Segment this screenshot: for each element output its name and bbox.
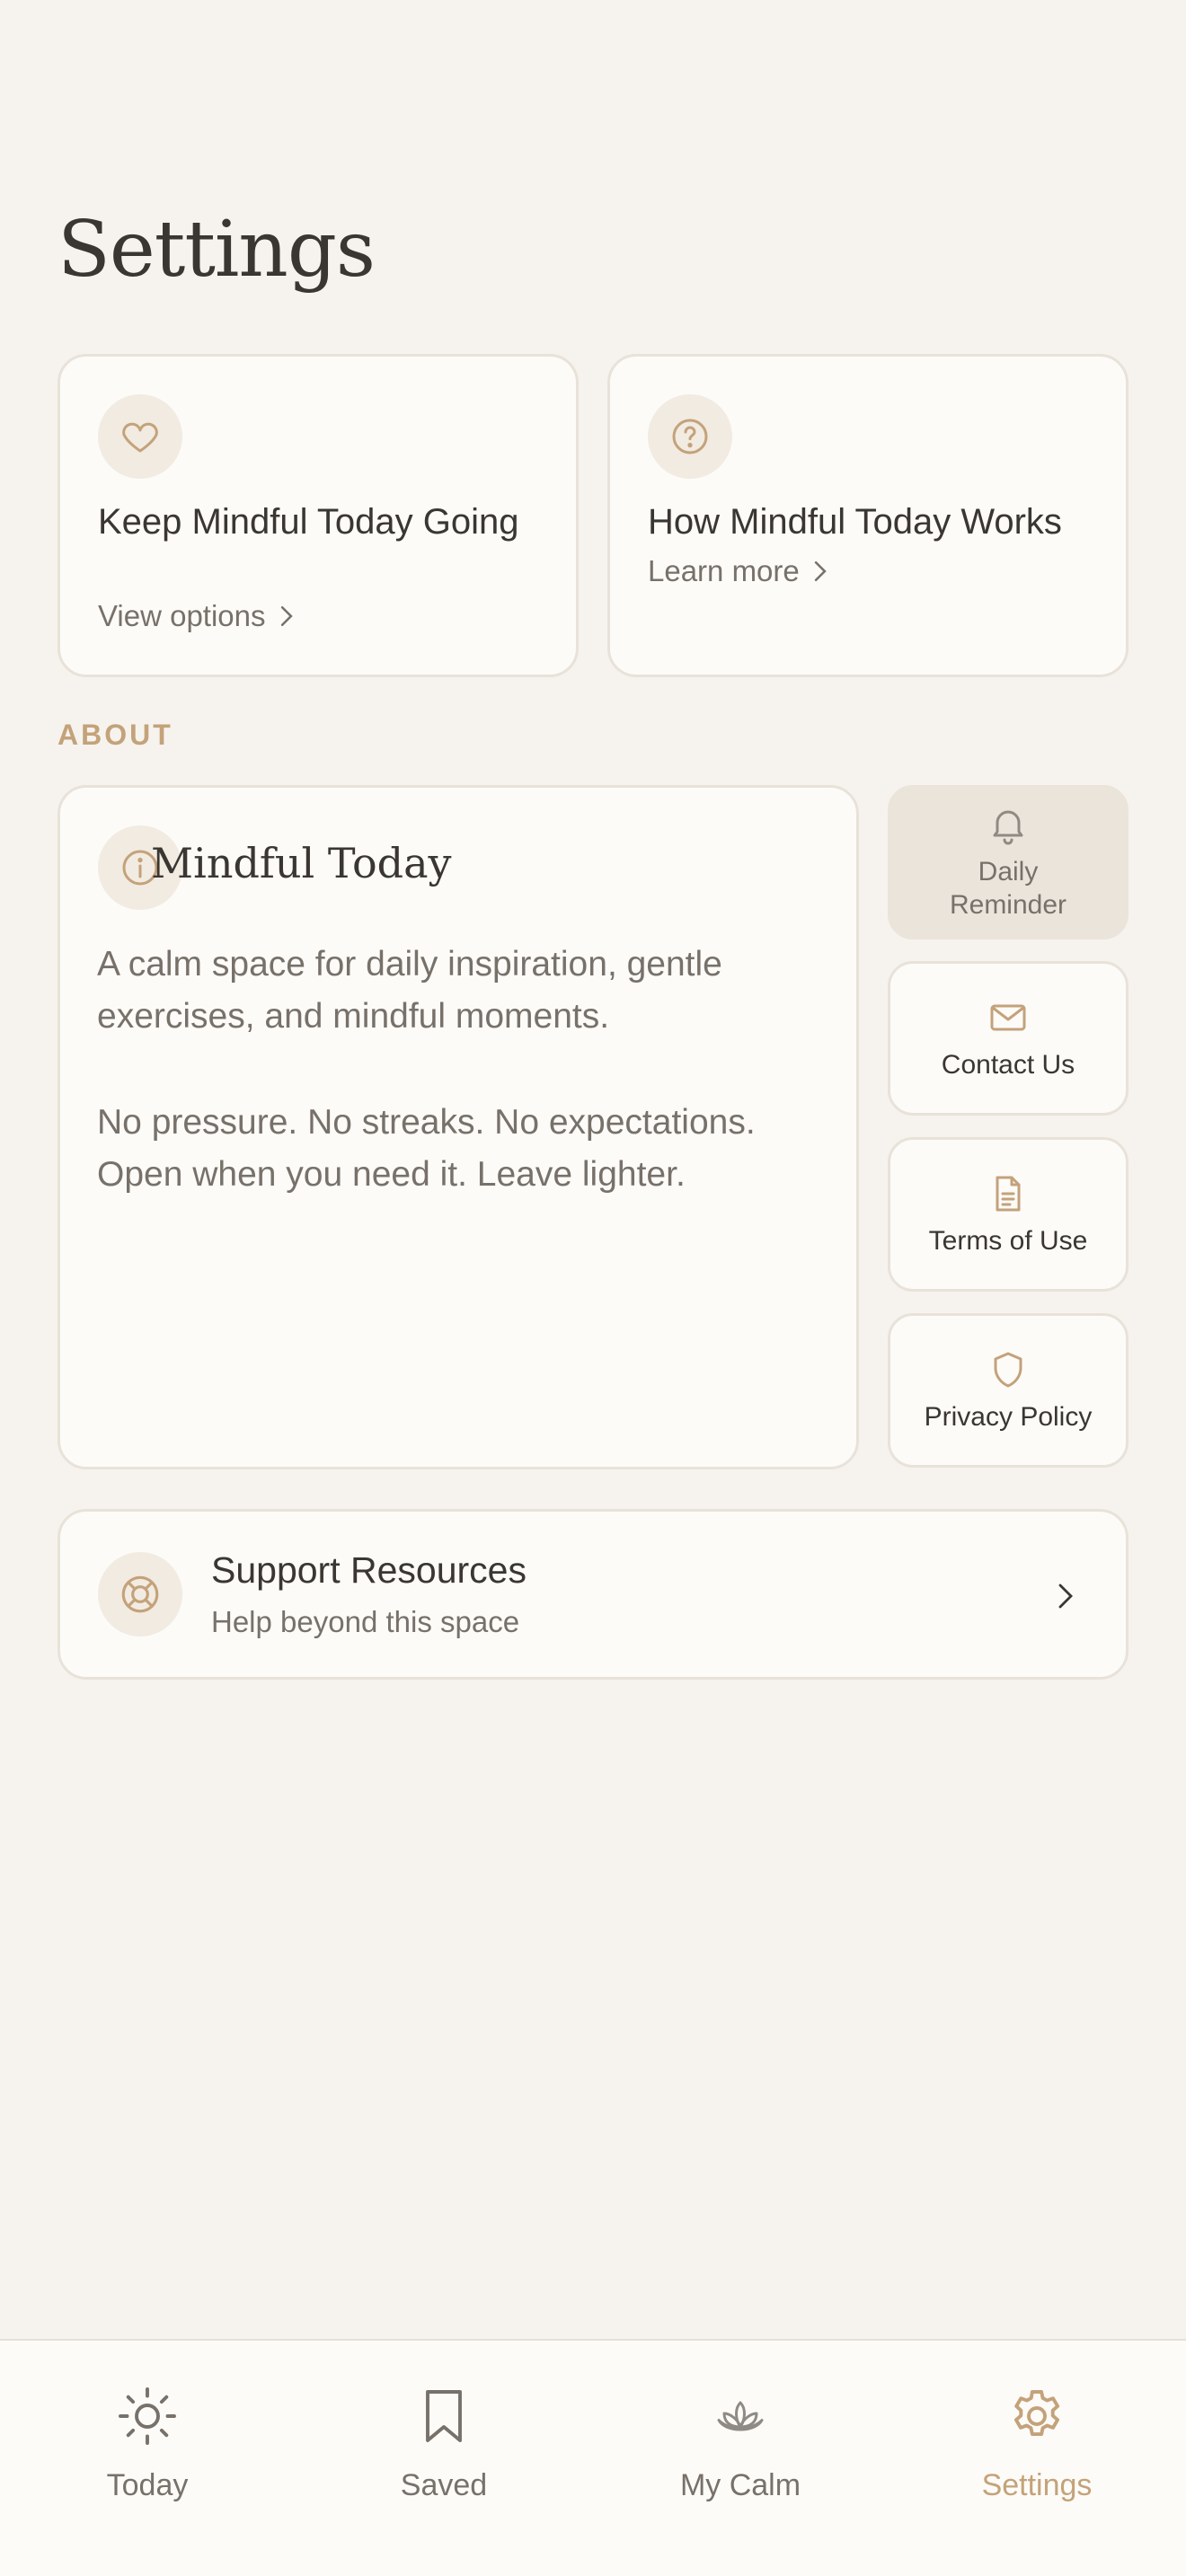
support-subtitle: Help beyond this space bbox=[211, 1605, 520, 1638]
contact-us-button[interactable]: Contact Us bbox=[888, 961, 1128, 1116]
learn-more-label: Learn more bbox=[648, 554, 800, 587]
how-it-works-card[interactable]: How Mindful Today Works Learn more bbox=[607, 354, 1128, 677]
tab-settings-label: Settings bbox=[981, 2468, 1093, 2502]
learn-more-link[interactable]: Learn more bbox=[648, 554, 830, 588]
contact-us-label: Contact Us bbox=[941, 1049, 1075, 1080]
tab-my-calm[interactable]: My Calm bbox=[624, 2384, 857, 2519]
about-description: A calm space for daily inspiration, gent… bbox=[97, 945, 722, 1036]
bookmark-icon bbox=[426, 2390, 462, 2442]
lifebuoy-icon bbox=[98, 1552, 182, 1636]
about-tagline: No pressure. No streaks. No expectations… bbox=[97, 1103, 756, 1194]
view-options-link[interactable]: View options bbox=[98, 599, 296, 633]
about-section-label: ABOUT bbox=[58, 719, 173, 751]
support-resources-card[interactable]: Support Resources Help beyond this space bbox=[58, 1509, 1128, 1680]
question-icon bbox=[648, 394, 732, 479]
tab-bar: Today Saved My Calm Settings bbox=[0, 2339, 1186, 2576]
tab-my-calm-label: My Calm bbox=[679, 2468, 801, 2502]
about-title: Mindful Today bbox=[151, 839, 452, 887]
daily-reminder-label: Daily Reminder bbox=[949, 857, 1067, 920]
keep-going-card[interactable]: Keep Mindful Today Going View options bbox=[58, 354, 579, 677]
document-icon bbox=[996, 1176, 1021, 1211]
heart-icon bbox=[98, 394, 182, 479]
bell-icon bbox=[993, 810, 1023, 845]
terms-of-use-label: Terms of Use bbox=[928, 1225, 1088, 1256]
tab-saved-label: Saved bbox=[400, 2468, 488, 2502]
sun-icon bbox=[119, 2387, 176, 2445]
chevron-right-icon bbox=[814, 560, 827, 582]
keep-going-title: Keep Mindful Today Going bbox=[98, 502, 519, 542]
tab-today[interactable]: Today bbox=[31, 2384, 264, 2519]
chevron-right-icon bbox=[280, 605, 293, 627]
support-title: Support Resources bbox=[211, 1549, 527, 1591]
view-options-label: View options bbox=[98, 599, 266, 632]
tab-today-label: Today bbox=[106, 2468, 189, 2502]
shield-icon bbox=[994, 1352, 1022, 1387]
terms-of-use-button[interactable]: Terms of Use bbox=[888, 1137, 1128, 1292]
how-it-works-title: How Mindful Today Works bbox=[648, 502, 1062, 542]
tab-saved[interactable]: Saved bbox=[327, 2384, 561, 2519]
page-title: Settings bbox=[58, 205, 376, 295]
privacy-policy-button[interactable]: Privacy Policy bbox=[888, 1313, 1128, 1468]
tab-settings[interactable]: Settings bbox=[920, 2384, 1154, 2519]
gear-icon bbox=[1013, 2390, 1060, 2437]
daily-reminder-button[interactable]: Daily Reminder bbox=[888, 785, 1128, 940]
mail-icon bbox=[990, 1004, 1026, 1030]
privacy-policy-label: Privacy Policy bbox=[924, 1401, 1093, 1432]
lotus-icon bbox=[717, 2401, 764, 2431]
chevron-right-icon bbox=[1058, 1584, 1073, 1609]
